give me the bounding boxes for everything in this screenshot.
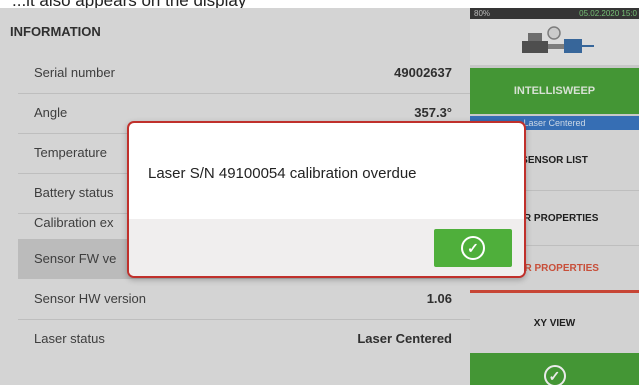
page-heading: ...it also appears on the display bbox=[12, 0, 246, 8]
dialog-message: Laser S/N 49100054 calibration overdue bbox=[148, 165, 417, 182]
checkmark-circle-icon: ✓ bbox=[461, 236, 485, 260]
dialog-ok-button[interactable]: ✓ bbox=[434, 229, 512, 267]
page-heading-strip: ...it also appears on the display bbox=[0, 0, 639, 8]
calibration-dialog: Laser S/N 49100054 calibration overdue ✓ bbox=[127, 121, 526, 278]
dialog-footer: ✓ bbox=[129, 219, 524, 276]
